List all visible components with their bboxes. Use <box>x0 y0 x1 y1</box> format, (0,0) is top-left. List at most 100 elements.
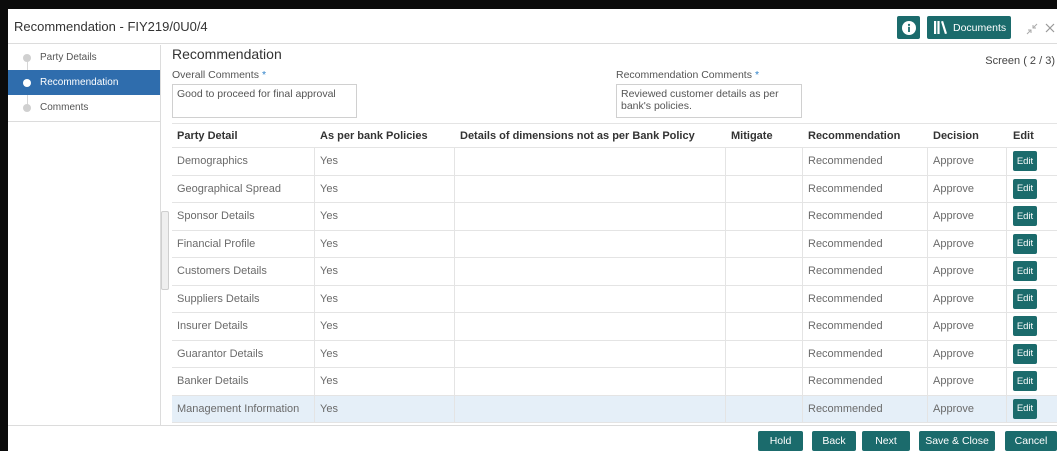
save-and-close-button[interactable]: Save & Close <box>919 431 995 451</box>
cell-decision: Approve <box>928 230 1007 257</box>
cell-party-detail: Guarantor Details <box>172 340 315 367</box>
cell-recommendation: Recommended <box>803 340 928 367</box>
cell-recommendation: Recommended <box>803 313 928 340</box>
table-row[interactable]: Management Information Yes Recommended Appr… <box>172 395 1057 423</box>
cell-details-not-as-per-bank-policy <box>455 203 726 230</box>
cell-recommendation: Recommended <box>803 203 928 230</box>
cell-mitigate <box>726 285 803 312</box>
cell-party-detail: Management Information <box>172 395 315 422</box>
cell-as-per-bank-policies: Yes <box>315 340 455 367</box>
cell-decision: Approve <box>928 285 1007 312</box>
cell-decision: Approve <box>928 313 1007 340</box>
cell-decision: Approve <box>928 175 1007 202</box>
cell-as-per-bank-policies: Yes <box>315 258 455 285</box>
table-header-row: Party Detail As per bank Policies Details … <box>172 123 1057 148</box>
sidebar-item-party-details[interactable]: Party Details <box>8 45 160 70</box>
cell-details-not-as-per-bank-policy <box>455 395 726 422</box>
vertical-scrollbar-thumb[interactable] <box>161 211 169 290</box>
edit-button[interactable]: Edit <box>1013 316 1037 337</box>
table-row[interactable]: Guarantor Details Yes Recommended Approve Ed… <box>172 340 1057 368</box>
recommendation-comments-field[interactable]: Reviewed customer details as per bank's … <box>616 84 802 118</box>
recommendation-table: Party Detail As per bank Policies Details … <box>172 123 1057 423</box>
cell-as-per-bank-policies: Yes <box>315 395 455 422</box>
sidebar-item-comments[interactable]: Comments <box>8 95 160 120</box>
recommendation-comments-label-text: Recommendation Comments <box>616 69 752 81</box>
edit-button[interactable]: Edit <box>1013 151 1037 172</box>
cell-as-per-bank-policies: Yes <box>315 285 455 312</box>
sidebar-item-recommendation[interactable]: Recommendation <box>8 70 160 95</box>
cell-edit: Edit <box>1007 258 1057 285</box>
column-header-details-not-as-per-bank-policy: Details of dimensions not as per Bank Po… <box>460 129 695 142</box>
cell-details-not-as-per-bank-policy <box>455 368 726 395</box>
table-row[interactable]: Banker Details Yes Recommended Approve Edit <box>172 368 1057 396</box>
table-row[interactable]: Demographics Yes Recommended Approve Edit <box>172 148 1057 176</box>
cell-as-per-bank-policies: Yes <box>315 175 455 202</box>
table-row[interactable]: Customers Details Yes Recommended Approve Ed… <box>172 258 1057 286</box>
cell-details-not-as-per-bank-policy <box>455 230 726 257</box>
cell-party-detail: Demographics <box>172 148 315 175</box>
column-header-edit: Edit <box>1013 129 1034 142</box>
table-row[interactable]: Insurer Details Yes Recommended Approve Edit <box>172 313 1057 341</box>
table-row[interactable]: Sponsor Details Yes Recommended Approve Edit <box>172 203 1057 231</box>
cell-recommendation: Recommended <box>803 395 928 422</box>
next-button[interactable]: Next <box>862 431 910 451</box>
sidebar-item-label: Comments <box>40 102 89 113</box>
edit-button[interactable]: Edit <box>1013 398 1037 419</box>
edit-button[interactable]: Edit <box>1013 261 1037 282</box>
edit-button[interactable]: Edit <box>1013 371 1037 392</box>
step-sidebar: Party Details Recommendation Comments <box>8 45 161 425</box>
cell-details-not-as-per-bank-policy <box>455 285 726 312</box>
cell-edit: Edit <box>1007 286 1057 313</box>
cell-decision: Approve <box>928 148 1007 175</box>
edit-button[interactable]: Edit <box>1013 343 1037 364</box>
hold-button[interactable]: Hold <box>758 431 803 451</box>
cell-party-detail: Geographical Spread <box>172 175 315 202</box>
cell-recommendation: Recommended <box>803 148 928 175</box>
cell-decision: Approve <box>928 203 1007 230</box>
cell-decision: Approve <box>928 395 1007 422</box>
table-row[interactable]: Suppliers Details Yes Recommended Approve Ed… <box>172 285 1057 313</box>
cell-recommendation: Recommended <box>803 175 928 202</box>
window-header: Recommendation - FIY219/0U0/4 Documents <box>8 9 1057 44</box>
column-header-decision: Decision <box>933 129 979 142</box>
cell-details-not-as-per-bank-policy <box>455 313 726 340</box>
edit-button[interactable]: Edit <box>1013 178 1037 199</box>
cancel-button[interactable]: Cancel <box>1005 431 1057 451</box>
cell-decision: Approve <box>928 258 1007 285</box>
back-button[interactable]: Back <box>812 431 856 451</box>
footer-bar: Hold Back Next Save & Close Cancel <box>8 425 1057 451</box>
cell-as-per-bank-policies: Yes <box>315 203 455 230</box>
close-icon[interactable] <box>1045 23 1055 33</box>
edit-button[interactable]: Edit <box>1013 233 1037 254</box>
cell-as-per-bank-policies: Yes <box>315 230 455 257</box>
edit-button[interactable]: Edit <box>1013 288 1037 309</box>
cell-as-per-bank-policies: Yes <box>315 313 455 340</box>
edit-button[interactable]: Edit <box>1013 206 1037 227</box>
cell-details-not-as-per-bank-policy <box>455 258 726 285</box>
table-row[interactable]: Geographical Spread Yes Recommended Approve… <box>172 175 1057 203</box>
page-title: Recommendation <box>172 46 282 62</box>
cell-details-not-as-per-bank-policy <box>455 175 726 202</box>
info-icon <box>901 20 916 35</box>
cell-party-detail: Banker Details <box>172 368 315 395</box>
documents-label: Documents <box>953 21 1007 34</box>
cell-party-detail: Customers Details <box>172 258 315 285</box>
cell-decision: Approve <box>928 340 1007 367</box>
screen-indicator: Screen ( 2 / 3) <box>985 55 1055 67</box>
cell-edit: Edit <box>1007 368 1057 395</box>
recommendation-window: Recommendation - FIY219/0U0/4 Documents <box>8 9 1057 451</box>
cell-edit: Edit <box>1007 396 1057 423</box>
required-marker: * <box>754 69 760 81</box>
table-row[interactable]: Financial Profile Yes Recommended Approve Ed… <box>172 230 1057 258</box>
overall-comments-field[interactable]: Good to proceed for final approval <box>172 84 357 118</box>
cell-mitigate <box>726 148 803 175</box>
books-icon <box>934 21 947 34</box>
shrink-icon[interactable] <box>1026 23 1038 35</box>
documents-button[interactable]: Documents <box>927 16 1011 39</box>
cell-recommendation: Recommended <box>803 285 928 312</box>
cell-recommendation: Recommended <box>803 368 928 395</box>
cell-edit: Edit <box>1007 148 1057 175</box>
cell-mitigate <box>726 258 803 285</box>
cell-details-not-as-per-bank-policy <box>455 340 726 367</box>
info-button[interactable] <box>897 16 920 39</box>
